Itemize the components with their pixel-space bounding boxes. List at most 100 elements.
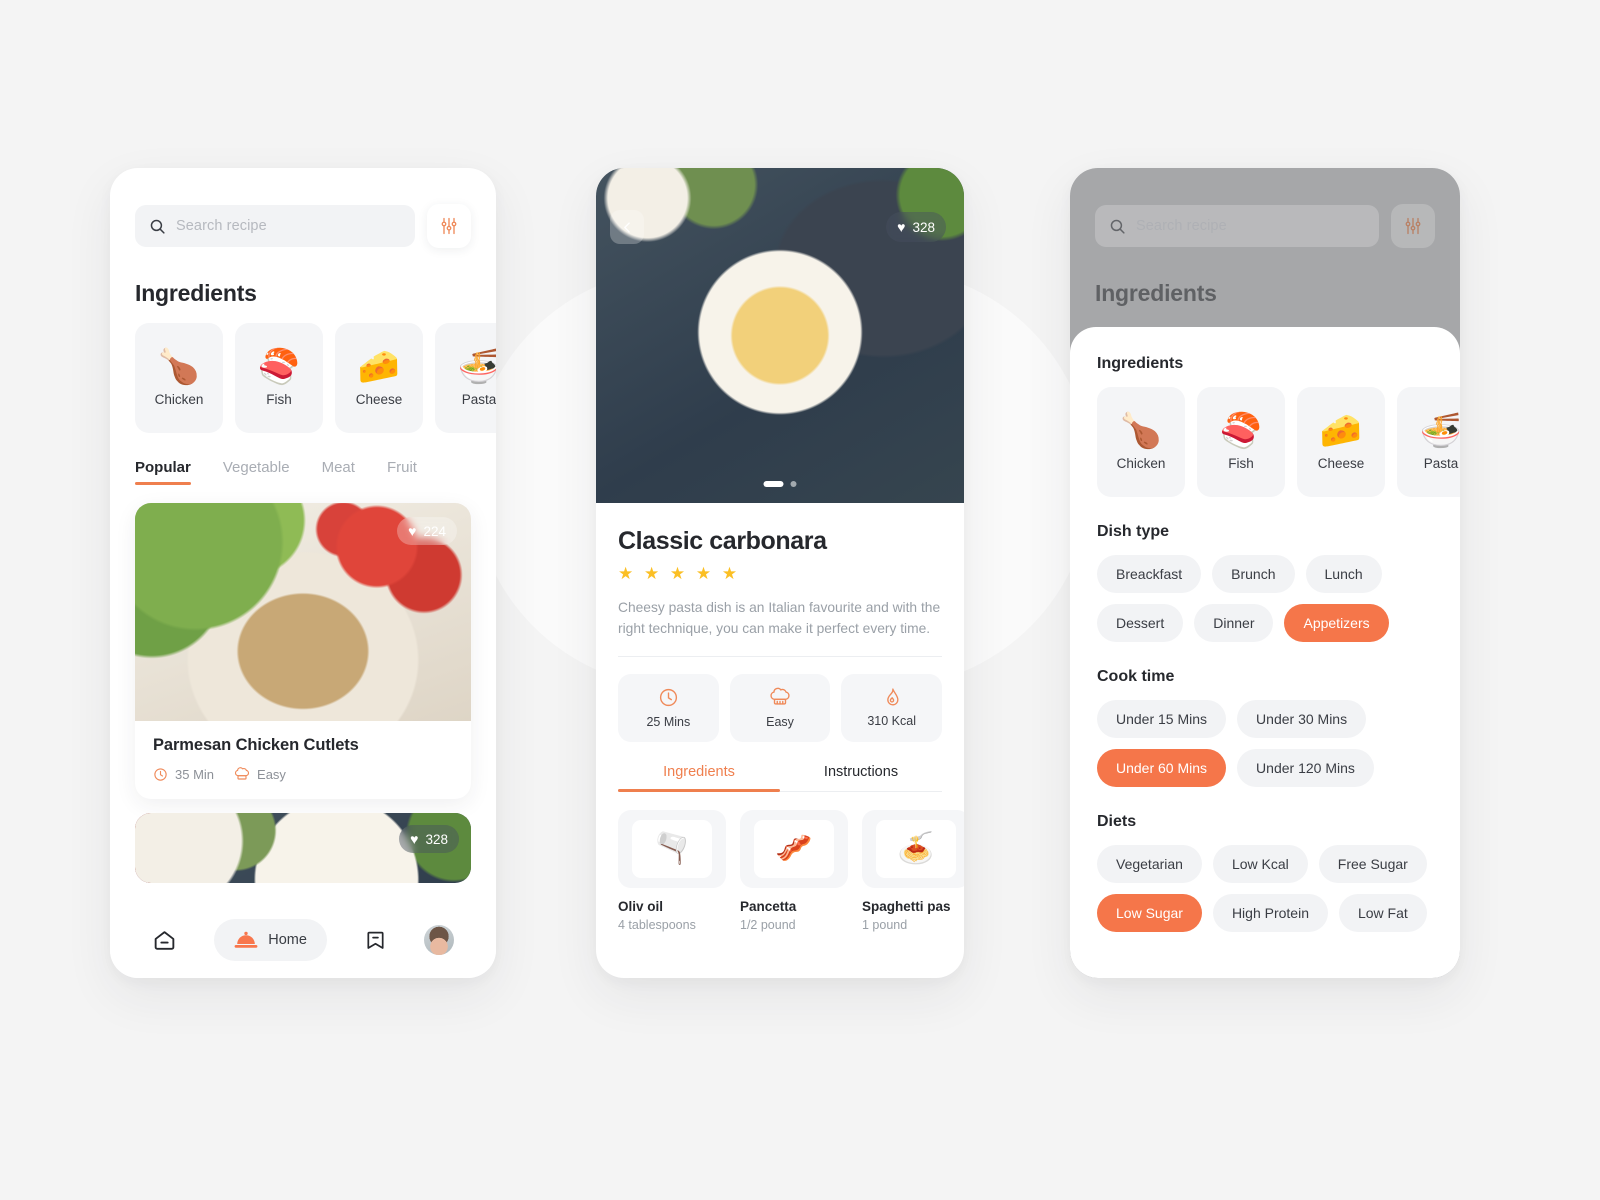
search-input[interactable]: Search recipe [1095,205,1379,247]
ingredient-name: Oliv oil [618,898,664,914]
filter-button[interactable] [427,204,471,248]
ingredient-filter-strip[interactable]: 🍗 Chicken 🍣 Fish 🧀 Cheese 🍜 Pasta [110,323,496,433]
chip-under-120-mins[interactable]: Under 120 Mins [1237,749,1374,787]
tab-instructions[interactable]: Instructions [780,764,942,791]
ingredient-label: Cheese [355,391,403,407]
bookmark-icon [364,928,387,953]
search-placeholder: Search recipe [176,218,267,234]
chip-appetizers[interactable]: Appetizers [1284,604,1389,642]
ingredient-card-chicken[interactable]: 🍗 Chicken [1097,387,1185,497]
nav-item-house[interactable] [152,928,177,953]
chip-high-protein[interactable]: High Protein [1212,894,1328,932]
filter-button[interactable] [1391,204,1435,248]
chip-dinner[interactable]: Dinner [1194,604,1274,642]
avatar[interactable] [423,925,454,955]
tab-ingredients[interactable]: Ingredients [618,764,780,792]
ingredient-card-pasta[interactable]: 🍜 Pasta [435,323,496,433]
chef-hat-icon [234,766,250,782]
ingredient-card-chicken[interactable]: 🍗 Chicken [135,323,223,433]
like-count: 328 [912,219,935,235]
clock-icon [658,687,679,708]
cook-time-chip-group[interactable]: Under 15 Mins Under 30 Mins Under 60 Min… [1070,700,1460,787]
ingredient-card-cheese[interactable]: 🧀 Cheese [1297,387,1385,497]
chevron-left-icon [621,221,634,234]
tab-popular[interactable]: Popular [135,459,191,485]
chip-under-30-mins[interactable]: Under 30 Mins [1237,700,1367,738]
recipe-stats: 25 Mins Easy 310 Kcal [618,673,943,742]
heart-icon: ♥ [410,831,419,847]
dish-type-chip-group[interactable]: Breackfast Brunch Lunch Dessert Dinner A… [1070,555,1460,642]
filter-sheet: Ingredients 🍗 Chicken 🍣 Fish 🧀 Cheese 🍜 … [1070,327,1460,978]
ingredient-card-fish[interactable]: 🍣 Fish [235,323,323,433]
ingredient-item-oliv-oil[interactable]: 🫗 Oliv oil 4 tablespoons [618,809,726,932]
chip-under-15-mins[interactable]: Under 15 Mins [1097,700,1227,738]
ingredient-card-pasta[interactable]: 🍜 Pasta [1397,387,1460,497]
recipe-body: Parmesan Chicken Cutlets 35 Min Easy [135,721,471,799]
cook-time-heading: Cook time [1097,668,1175,685]
carousel-dot[interactable] [790,481,797,487]
recipe-card[interactable]: ♥ 328 [135,813,471,883]
like-badge[interactable]: ♥ 224 [397,517,457,545]
heart-icon: ♥ [408,523,417,539]
filter-ingredients-heading: Ingredients [1097,355,1184,372]
chicken-icon: 🍗 [1119,411,1163,450]
spaghetti-icon: 🍝 [876,819,956,878]
cheese-icon: 🧀 [357,347,401,386]
ingredient-card-cheese[interactable]: 🧀 Cheese [335,323,423,433]
chip-free-sugar[interactable]: Free Sugar [1318,845,1427,883]
tab-meat[interactable]: Meat [322,459,355,485]
recipe-time: 35 Min [153,767,214,782]
search-input[interactable]: Search recipe [135,205,415,247]
carousel-dots[interactable] [763,481,797,487]
clock-icon [153,767,168,782]
chip-brunch[interactable]: Brunch [1212,555,1295,593]
chip-low-kcal[interactable]: Low Kcal [1212,845,1308,883]
chip-lunch[interactable]: Lunch [1305,555,1382,593]
ingredient-item-spaghetti[interactable]: 🍝 Spaghetti pas 1 pound [862,809,964,932]
bacon-icon: 🥓 [754,819,834,878]
ingredient-name: Pancetta [740,898,797,914]
carousel-dot-active[interactable] [763,481,784,487]
stat-difficulty: Easy [729,673,831,742]
backdrop-content: Search recipe Ingredients [1070,204,1460,307]
pasta-icon: 🍜 [1419,411,1460,450]
recipe-feed: ♥ 224 Parmesan Chicken Cutlets 35 Min Ea… [110,503,496,883]
chip-vegetarian[interactable]: Vegetarian [1097,845,1202,883]
tab-vegetable[interactable]: Vegetable [223,459,290,485]
ingredient-amount: 1/2 pound [740,917,796,932]
recipe-meta: 35 Min Easy [153,766,453,782]
heart-icon: ♥ [897,219,906,235]
recipe-detail-phone: ♥ 328 Classic carbonara ★ ★ ★ ★ ★ Cheesy… [596,168,964,978]
back-button[interactable] [610,210,644,244]
canvas: Search recipe Ingredients 🍗 Chicken 🍣 Fi… [0,0,1600,1200]
tab-fruit[interactable]: Fruit [387,459,417,485]
chip-breackfast[interactable]: Breackfast [1097,555,1202,593]
nav-item-home[interactable]: Home [214,919,327,961]
chef-hat-icon [769,686,791,708]
ingredient-card-fish[interactable]: 🍣 Fish [1197,387,1285,497]
like-badge[interactable]: ♥ 328 [886,212,946,242]
ingredient-label: Pasta [461,391,496,407]
search-icon [1109,218,1126,235]
detail-tabs[interactable]: Ingredients Instructions [618,764,942,792]
category-tabs[interactable]: Popular Vegetable Meat Fruit [110,459,496,485]
dish-description: Cheesy pasta dish is an Italian favourit… [618,600,941,637]
ingredient-item-pancetta[interactable]: 🥓 Pancetta 1/2 pound [740,809,848,932]
like-badge[interactable]: ♥ 328 [399,825,459,853]
recipe-card[interactable]: ♥ 224 Parmesan Chicken Cutlets 35 Min Ea… [135,503,471,799]
chip-dessert[interactable]: Dessert [1097,604,1184,642]
nav-item-bookmark[interactable] [364,928,387,953]
recipe-time-label: 35 Min [175,766,215,782]
search-icon [149,218,166,235]
recipe-title: Parmesan Chicken Cutlets [153,736,359,754]
page-title: Ingredients [135,280,257,306]
ingredient-label: Fish [1228,455,1254,471]
chip-low-fat[interactable]: Low Fat [1338,894,1427,932]
pasta-icon: 🍜 [457,347,496,386]
chip-under-60-mins[interactable]: Under 60 Mins [1097,749,1227,787]
ingredient-label: Cheese [1317,455,1365,471]
diets-chip-group[interactable]: Vegetarian Low Kcal Free Sugar Low Sugar… [1070,845,1460,932]
ingredient-list[interactable]: 🫗 Oliv oil 4 tablespoons 🥓 Pancetta 1/2 … [596,809,964,932]
chip-low-sugar[interactable]: Low Sugar [1097,894,1202,932]
filter-ingredient-strip[interactable]: 🍗 Chicken 🍣 Fish 🧀 Cheese 🍜 Pasta [1070,387,1460,497]
